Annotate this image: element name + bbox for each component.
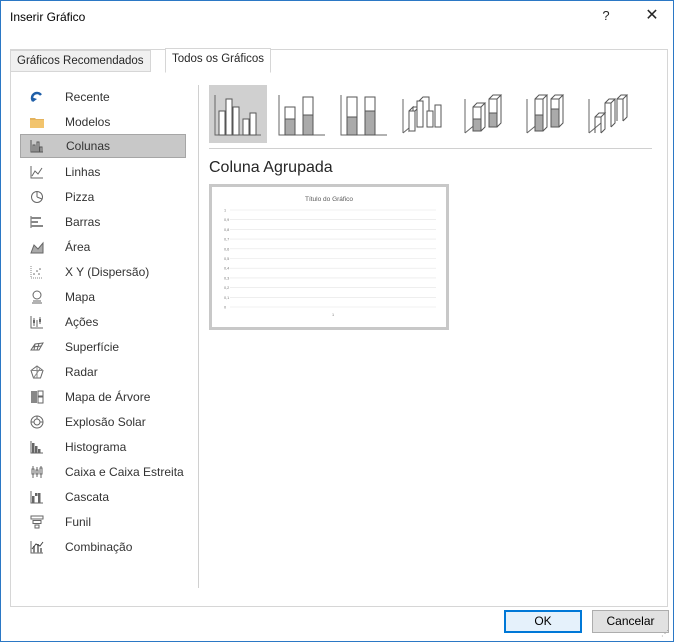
sidebar-item-label: Cascata xyxy=(65,490,110,504)
sunburst-chart-icon xyxy=(30,415,44,429)
radar-chart-icon xyxy=(30,365,44,379)
subtype-3d-clustered-column[interactable] xyxy=(397,85,455,143)
stock-chart-icon xyxy=(30,316,43,329)
sidebar-item-label: X Y (Dispersão) xyxy=(65,265,150,279)
sidebar-item-recente[interactable]: Recente xyxy=(20,85,186,109)
3d-stacked-column-icon xyxy=(464,94,503,134)
sidebar-item-label: Pizza xyxy=(65,190,95,204)
y-tick-label: 0,3 xyxy=(224,276,229,280)
treemap-chart-icon xyxy=(31,390,44,404)
sidebar-item-combinacao[interactable]: Combinação xyxy=(20,535,186,559)
sidebar-item-label: Colunas xyxy=(66,139,111,153)
area-chart-icon xyxy=(30,241,44,254)
sidebar-item-funil[interactable]: Funil xyxy=(20,510,186,534)
sidebar-item-acoes[interactable]: Ações xyxy=(20,310,186,334)
sidebar-item-modelos[interactable]: Modelos xyxy=(20,110,186,134)
sidebar-item-label: Histograma xyxy=(65,440,127,454)
sidebar-item-radar[interactable]: Radar xyxy=(20,360,186,384)
sidebar-item-label: Mapa xyxy=(65,290,96,304)
funnel-chart-icon xyxy=(30,515,44,529)
sidebar-item-label: Radar xyxy=(65,365,98,379)
sidebar-item-label: Mapa de Árvore xyxy=(65,390,151,404)
y-tick-label: 0,1 xyxy=(224,296,229,300)
sidebar-item-label: Área xyxy=(65,240,91,254)
sidebar-item-area[interactable]: Área xyxy=(20,235,186,259)
subtype-100-stacked-column[interactable] xyxy=(335,85,393,143)
y-tick-label: 0,8 xyxy=(224,228,229,232)
pie-chart-icon xyxy=(31,191,43,203)
chart-preview[interactable]: Título do Gráfico 1 0,9 0,8 0,7 0,6 0,5 0,4 0,3… xyxy=(209,184,449,330)
close-button[interactable]: ✕ xyxy=(641,6,663,26)
preview-chart-title: Título do Gráfico xyxy=(305,196,353,203)
sidebar-item-label: Ações xyxy=(65,315,99,329)
folder-icon xyxy=(30,118,44,128)
combo-chart-icon xyxy=(30,541,44,554)
surface-chart-icon xyxy=(30,342,44,351)
sidebar-item-cascata[interactable]: Cascata xyxy=(20,485,186,509)
sidebar-item-histograma[interactable]: Histograma xyxy=(20,435,186,459)
box-whisker-chart-icon xyxy=(31,466,43,478)
sidebar-item-dispersao[interactable]: X Y (Dispersão) xyxy=(20,260,186,284)
y-tick-label: 0,2 xyxy=(224,286,229,290)
sidebar-item-label: Caixa e Caixa Estreita xyxy=(65,465,184,479)
sidebar-divider xyxy=(198,85,199,588)
sidebar-item-superficie[interactable]: Superfície xyxy=(20,335,186,359)
sidebar-item-label: Funil xyxy=(65,515,92,529)
sidebar-item-label: Modelos xyxy=(65,115,111,129)
y-tick-label: 0,4 xyxy=(224,267,229,271)
sidebar-item-label: Combinação xyxy=(65,540,133,554)
waterfall-chart-icon xyxy=(30,491,43,504)
sidebar-item-label: Barras xyxy=(65,215,101,229)
sidebar-item-colunas[interactable]: Colunas xyxy=(20,134,186,158)
column-chart-icon xyxy=(30,140,43,153)
sidebar-item-label: Recente xyxy=(65,90,110,104)
dialog-title: Inserir Gráfico xyxy=(10,10,86,24)
sidebar-item-mapa[interactable]: Mapa xyxy=(20,285,186,309)
subtype-clustered-column[interactable] xyxy=(209,85,267,143)
stacked-column-icon xyxy=(278,95,325,136)
y-tick-label: 0 xyxy=(224,306,226,310)
sidebar-item-barras[interactable]: Barras xyxy=(20,210,186,234)
3d-clustered-column-icon xyxy=(402,96,442,134)
x-tick-label: 1 xyxy=(332,313,334,317)
sidebar-item-explosao-solar[interactable]: Explosão Solar xyxy=(20,410,186,434)
title-bar: Inserir Gráfico ? ✕ xyxy=(1,1,673,31)
resize-grip[interactable]: ⋰ xyxy=(661,629,669,638)
sidebar-item-label: Explosão Solar xyxy=(65,415,146,429)
recent-icon xyxy=(30,91,42,102)
map-chart-icon xyxy=(32,290,42,304)
y-tick-label: 0,9 xyxy=(224,218,229,222)
3d-100-stacked-column-icon xyxy=(526,94,565,134)
line-chart-icon xyxy=(30,166,43,179)
sidebar-item-label: Linhas xyxy=(65,165,101,179)
subtype-3d-stacked-column[interactable] xyxy=(459,85,517,143)
sidebar-item-label: Superfície xyxy=(65,340,120,354)
ok-button[interactable]: OK xyxy=(504,610,582,633)
tab-all-charts[interactable]: Todos os Gráficos xyxy=(165,48,272,73)
clustered-column-icon xyxy=(214,95,261,136)
y-tick-label: 1 xyxy=(224,209,226,213)
subtype-title: Coluna Agrupada xyxy=(209,159,333,176)
subtype-stacked-column[interactable] xyxy=(273,85,331,143)
sidebar-item-pizza[interactable]: Pizza xyxy=(20,185,186,209)
sidebar-item-linhas[interactable]: Linhas xyxy=(20,160,186,184)
subtype-3d-column[interactable] xyxy=(583,85,641,143)
sidebar-item-caixa[interactable]: Caixa e Caixa Estreita xyxy=(20,460,186,484)
100-stacked-column-icon xyxy=(340,95,387,136)
bar-chart-icon xyxy=(30,216,43,228)
histogram-chart-icon xyxy=(30,441,43,454)
y-tick-label: 0,5 xyxy=(224,257,229,261)
3d-column-icon xyxy=(588,94,629,134)
gallery-divider xyxy=(209,148,652,149)
help-button[interactable]: ? xyxy=(597,7,615,25)
subtype-3d-100-stacked-column[interactable] xyxy=(521,85,579,143)
sidebar-item-mapa-arvore[interactable]: Mapa de Árvore xyxy=(20,385,186,409)
cancel-button[interactable]: Cancelar xyxy=(592,610,669,633)
scatter-chart-icon xyxy=(30,266,43,279)
y-tick-label: 0,6 xyxy=(224,247,229,251)
y-tick-label: 0,7 xyxy=(224,238,229,242)
insert-chart-dialog: Inserir Gráfico ? ✕ Gráficos Recomendado… xyxy=(0,0,674,642)
chart-preview-plot: Título do Gráfico 1 0,9 0,8 0,7 0,6 0,5 0,4 0,3… xyxy=(224,196,436,317)
tab-recommended-charts[interactable]: Gráficos Recomendados xyxy=(10,50,151,72)
